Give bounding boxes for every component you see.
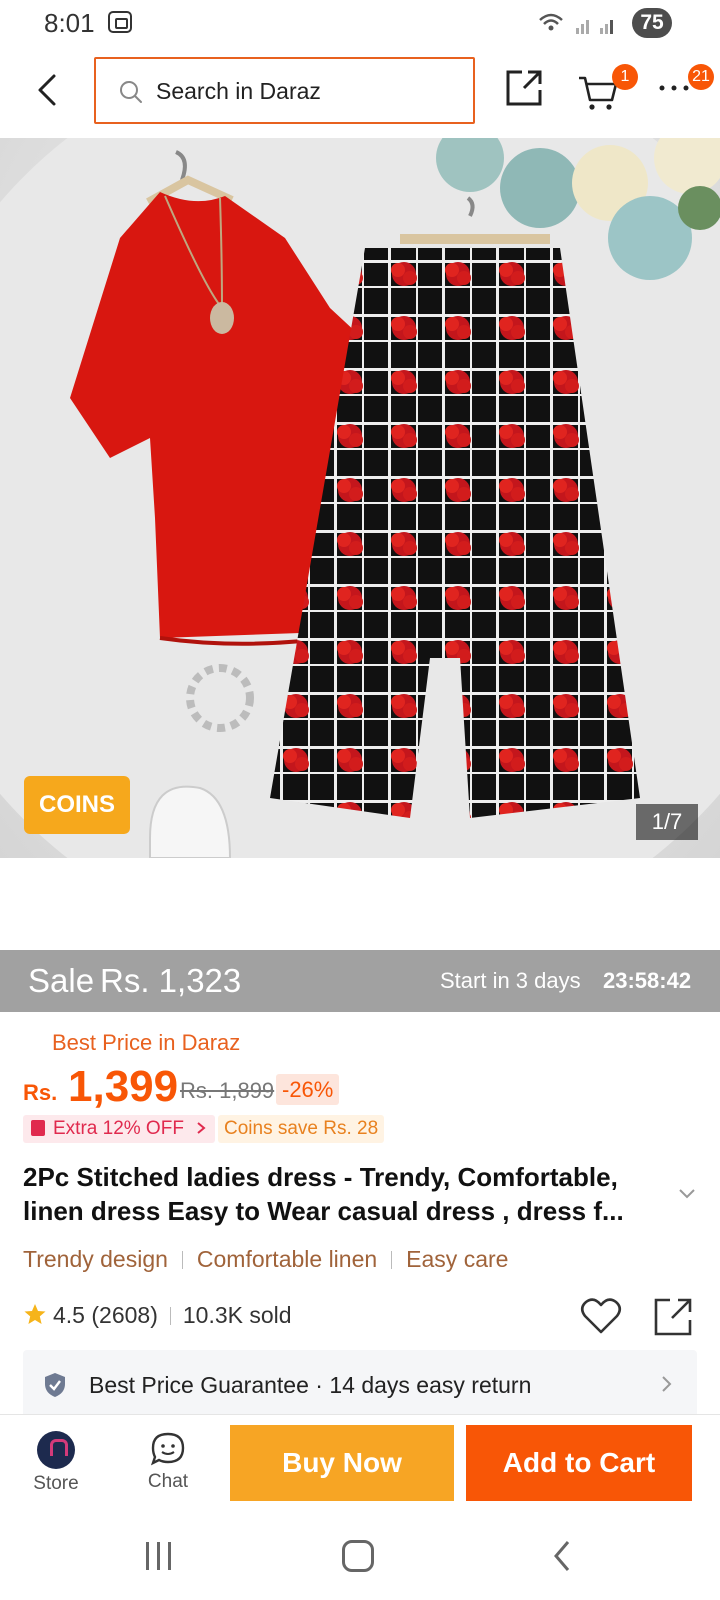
- sale-start-text: Start in 3 days: [440, 968, 581, 993]
- buy-now-button[interactable]: Buy Now: [230, 1425, 454, 1501]
- store-label: Store: [33, 1473, 79, 1494]
- coins-tag: COINS: [24, 776, 130, 834]
- chevron-down-icon[interactable]: [678, 1188, 696, 1200]
- best-price-badge: Best Price in Daraz: [52, 1030, 241, 1055]
- screen-record-icon: [108, 11, 132, 33]
- review-count: (2608): [91, 1302, 158, 1328]
- product-photo: [0, 138, 720, 858]
- easy-return: 14 days easy return: [329, 1372, 532, 1398]
- top-header: Search in Daraz 1 21: [0, 48, 720, 138]
- chat-button[interactable]: Chat: [132, 1423, 204, 1503]
- search-placeholder: Search in Daraz: [156, 78, 321, 104]
- system-nav-bar: [0, 1514, 720, 1600]
- original-price: Rs. 1,899: [180, 1078, 275, 1103]
- back-icon[interactable]: [28, 68, 68, 112]
- discount-badge: -26%: [276, 1074, 340, 1105]
- divider: [391, 1251, 393, 1269]
- chevron-right-icon: [197, 1122, 206, 1134]
- chat-icon: [150, 1432, 185, 1466]
- cart-badge: 1: [612, 64, 638, 90]
- share-icon[interactable]: [502, 66, 546, 110]
- sale-countdown: 23:58:42: [603, 968, 692, 993]
- home-icon[interactable]: [342, 1540, 374, 1572]
- rating-row[interactable]: 4.5 (2608) 10.3K sold: [23, 1302, 292, 1329]
- divider: [181, 1251, 183, 1269]
- cart-button[interactable]: 1: [576, 64, 638, 114]
- share-icon[interactable]: [652, 1296, 694, 1338]
- signal-icons: [539, 13, 613, 34]
- feature-tag: Easy care: [406, 1246, 509, 1272]
- search-icon: [120, 81, 142, 103]
- current-price: 1,399: [68, 1062, 179, 1111]
- sale-banner: Sale Rs. 1,323 Start in 3 days 23:58:42: [0, 950, 720, 1012]
- sold-count: 10.3K sold: [182, 1302, 292, 1328]
- best-price-guarantee: Best Price Guarantee: [89, 1372, 309, 1398]
- guarantee-row[interactable]: Best Price Guarantee · 14 days easy retu…: [23, 1350, 697, 1418]
- rating-value: 4.5: [53, 1302, 85, 1328]
- heart-icon[interactable]: [580, 1296, 622, 1336]
- feature-tag: Comfortable linen: [196, 1246, 378, 1272]
- product-title: 2Pc Stitched ladies dress - Trendy, Comf…: [23, 1162, 624, 1226]
- price-currency: Rs.: [23, 1080, 58, 1105]
- dot-separator: ·: [315, 1372, 323, 1398]
- coins-save-badge: Coins save Rs. 28: [218, 1115, 385, 1143]
- status-time: 8:01: [44, 8, 95, 38]
- feature-tag: Trendy design: [23, 1246, 168, 1272]
- more-badge: 21: [688, 64, 714, 90]
- extra-off-label: Extra 12% OFF: [53, 1118, 184, 1139]
- sale-label: Sale: [28, 962, 95, 999]
- search-input[interactable]: Search in Daraz: [94, 57, 475, 124]
- shield-icon: [45, 1373, 65, 1397]
- voucher-icon: [31, 1120, 45, 1136]
- bottom-action-bar: Store Chat Buy Now Add to Cart: [0, 1414, 720, 1514]
- star-icon: [24, 1304, 46, 1324]
- status-bar: 8:01 75: [0, 0, 720, 48]
- battery-indicator: 75: [632, 8, 672, 38]
- product-image-gallery[interactable]: COINS 1/7: [0, 138, 720, 858]
- store-button[interactable]: Store: [20, 1423, 92, 1503]
- extra-off-voucher[interactable]: Extra 12% OFF: [23, 1115, 216, 1143]
- image-page-indicator: 1/7: [636, 804, 698, 840]
- recent-apps-icon[interactable]: [144, 1540, 174, 1572]
- more-icon[interactable]: [658, 78, 692, 98]
- add-to-cart-button[interactable]: Add to Cart: [466, 1425, 692, 1501]
- chat-label: Chat: [147, 1471, 189, 1492]
- sale-price: Rs. 1,323: [100, 962, 242, 999]
- chevron-right-icon: [662, 1376, 672, 1392]
- feature-tags: Trendy design Comfortable linen Easy care: [23, 1246, 508, 1273]
- store-avatar: [37, 1431, 75, 1469]
- guarantee-text: Best Price Guarantee · 14 days easy retu…: [89, 1372, 531, 1399]
- nav-back-icon[interactable]: [552, 1540, 572, 1572]
- divider: [169, 1307, 171, 1325]
